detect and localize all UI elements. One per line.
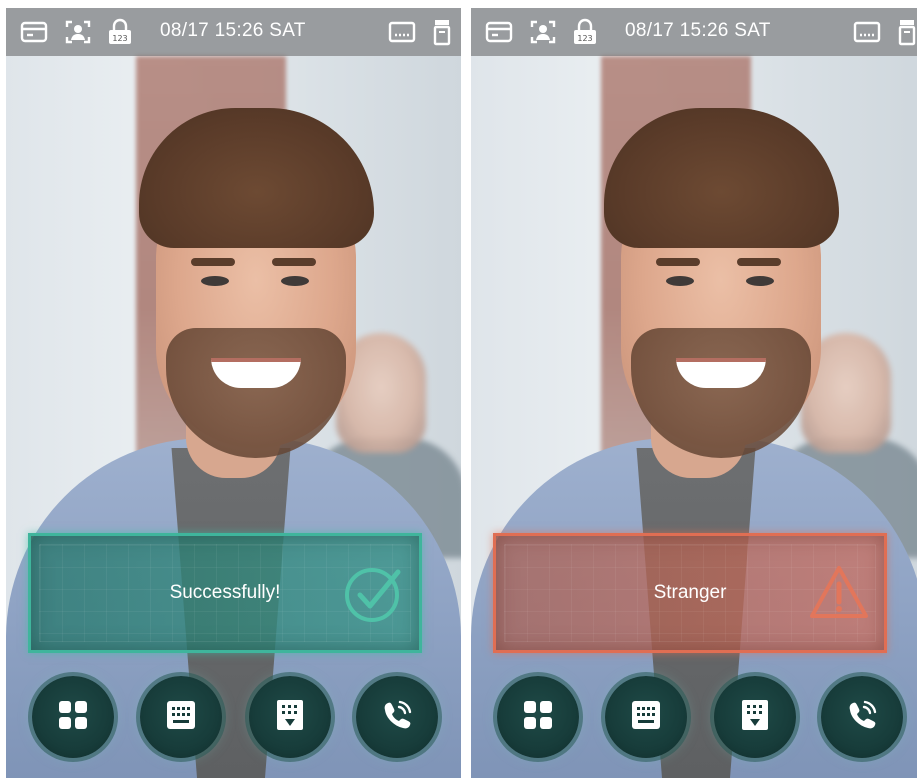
keypad-button[interactable] (605, 676, 687, 758)
person-eye (281, 276, 309, 286)
result-banner-success: Successfully! (28, 533, 422, 653)
door-keypad-icon (273, 698, 307, 737)
person-eye (201, 276, 229, 286)
menu-button[interactable] (32, 676, 114, 758)
call-button[interactable] (356, 676, 438, 758)
door-sensor-icon (893, 18, 917, 46)
person-eye (666, 276, 694, 286)
person-brow (737, 258, 781, 266)
keypad-button[interactable] (140, 676, 222, 758)
menu-grid-icon (56, 698, 90, 737)
status-bar: 123 08/17 15:26 SAT (471, 8, 917, 56)
password-lock-icon: 123 (106, 18, 134, 46)
device-screen-success: 123 08/17 15:26 SAT Successfully! (6, 8, 461, 778)
person-eye (746, 276, 774, 286)
call-icon (845, 698, 879, 737)
device-screen-stranger: 123 08/17 15:26 SAT Stranger (471, 8, 917, 778)
keypad-icon (164, 698, 198, 737)
warning-triangle-icon (808, 562, 870, 624)
card-icon (20, 18, 48, 46)
check-circle-icon (343, 562, 405, 624)
card-icon (485, 18, 513, 46)
status-bar: 123 08/17 15:26 SAT (6, 8, 461, 56)
face-id-icon (64, 18, 92, 46)
person-brow (191, 258, 235, 266)
door-sensor-icon (428, 18, 456, 46)
face-id-icon (529, 18, 557, 46)
door-keypad-button[interactable] (714, 676, 796, 758)
person-brow (656, 258, 700, 266)
call-icon (380, 698, 414, 737)
svg-text:123: 123 (112, 34, 127, 43)
person-brow (272, 258, 316, 266)
menu-button[interactable] (497, 676, 579, 758)
status-datetime: 08/17 15:26 SAT (160, 20, 306, 41)
keypad-icon (629, 698, 663, 737)
door-keypad-icon (738, 698, 772, 737)
call-button[interactable] (821, 676, 903, 758)
result-banner-stranger: Stranger (493, 533, 887, 653)
menu-grid-icon (521, 698, 555, 737)
keyboard-icon (853, 18, 881, 46)
keyboard-icon (388, 18, 416, 46)
password-lock-icon: 123 (571, 18, 599, 46)
status-datetime: 08/17 15:26 SAT (625, 20, 771, 41)
svg-text:123: 123 (577, 34, 592, 43)
door-keypad-button[interactable] (249, 676, 331, 758)
